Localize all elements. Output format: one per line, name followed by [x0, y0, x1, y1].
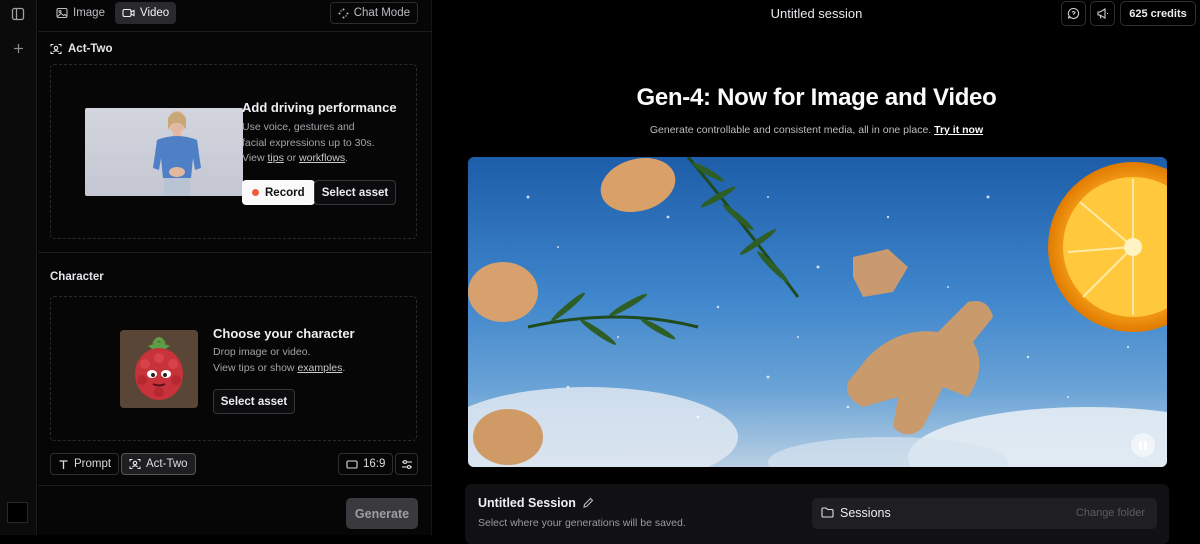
pencil-icon[interactable]: [582, 497, 594, 509]
record-button[interactable]: Record: [242, 180, 315, 205]
change-folder-button[interactable]: Change folder: [1076, 507, 1145, 519]
desc-text: .: [342, 361, 346, 374]
desc-text: View tips or show: [213, 361, 298, 374]
session-card: Untitled Session Select where your gener…: [465, 484, 1169, 544]
plus-icon[interactable]: [8, 38, 28, 58]
main-area: Untitled session 625 credits Gen-4: Now …: [433, 0, 1200, 544]
act-two-card-title: Add driving performance: [242, 100, 397, 115]
tab-image[interactable]: Image: [49, 2, 112, 24]
desc-line: facial expressions up to 30s.: [242, 136, 375, 149]
desc-links: View tips or show examples.: [213, 361, 345, 377]
tab-video[interactable]: Video: [115, 2, 177, 24]
prompt-button[interactable]: Prompt: [50, 453, 120, 475]
session-name: Untitled Session: [478, 496, 576, 510]
performance-thumbnail: [85, 108, 243, 196]
sparkle-icon: [338, 8, 349, 19]
section-title-text: Act-Two: [68, 43, 113, 55]
character-thumbnail: [120, 330, 198, 408]
avatar[interactable]: [7, 502, 28, 523]
video-camera-icon: [122, 7, 135, 19]
character-card-title: Choose your character: [213, 326, 355, 341]
act-two-section-title: Act-Two: [50, 43, 113, 55]
face-scan-icon: [129, 458, 141, 470]
control-panel: Image Video Chat Mode Act-Two Add drivin…: [38, 0, 432, 535]
section-divider: [38, 485, 432, 486]
session-card-subtitle: Select where your generations will be sa…: [478, 517, 686, 529]
character-dropzone[interactable]: Choose your character Drop image or vide…: [50, 296, 417, 441]
desc-text: View: [242, 152, 268, 164]
desc-links: View tips or workflows.: [242, 151, 375, 167]
examples-link[interactable]: examples: [297, 362, 342, 374]
tips-link[interactable]: tips: [268, 152, 284, 164]
sessions-label: Sessions: [840, 506, 891, 520]
chat-mode-label: Chat Mode: [353, 7, 410, 19]
character-section-title: Character: [50, 271, 104, 283]
megaphone-icon[interactable]: [1090, 1, 1115, 26]
promo-video[interactable]: [468, 157, 1167, 467]
pause-bar: [1144, 440, 1147, 450]
hero-sub-text: Generate controllable and consistent med…: [649, 124, 932, 136]
act-two-mode-button[interactable]: Act-Two: [121, 453, 196, 475]
character-select-asset-button[interactable]: Select asset: [213, 389, 295, 414]
hero-subtitle: Generate controllable and consistent med…: [433, 124, 1200, 136]
pause-button[interactable]: [1131, 433, 1155, 457]
desc-text: .: [345, 152, 349, 164]
workflows-link[interactable]: workflows: [299, 152, 345, 164]
chat-mode-button[interactable]: Chat Mode: [329, 2, 418, 24]
text-icon: [58, 459, 69, 470]
tab-label: Video: [140, 7, 170, 19]
try-it-now-link[interactable]: Try it now: [934, 124, 983, 136]
credits-badge[interactable]: 625 credits: [1120, 1, 1196, 26]
chat-bubble-icon[interactable]: [1061, 1, 1086, 26]
tab-label: Image: [73, 7, 105, 19]
image-icon: [56, 7, 68, 19]
sliders-icon[interactable]: [395, 453, 418, 475]
pause-bar: [1139, 440, 1142, 450]
select-asset-button[interactable]: Select asset: [314, 180, 396, 205]
hero-title: Gen-4: Now for Image and Video: [636, 84, 997, 111]
act-two-description: Use voice, gestures and facial expressio…: [242, 120, 375, 167]
panel-topbar: Image Video Chat Mode: [38, 0, 432, 32]
left-rail: [0, 0, 37, 535]
generate-button[interactable]: Generate: [346, 498, 418, 529]
record-dot-icon: [252, 189, 259, 196]
act-two-label: Act-Two: [146, 458, 188, 470]
character-description: Drop image or video. View tips or show e…: [213, 345, 345, 376]
desc-line: Use voice, gestures and: [242, 121, 355, 133]
folder-icon: [821, 507, 834, 518]
prompt-label: Prompt: [74, 458, 112, 470]
aspect-ratio-icon: [346, 459, 358, 469]
sessions-folder-picker[interactable]: Sessions Change folder: [812, 498, 1157, 529]
sidebar-toggle-icon[interactable]: [8, 4, 28, 24]
aspect-label: 16:9: [363, 458, 386, 470]
desc-text: or: [283, 152, 300, 164]
driving-performance-dropzone[interactable]: Add driving performance Use voice, gestu…: [50, 64, 417, 239]
section-divider: [38, 252, 432, 253]
face-scan-icon: [50, 43, 62, 55]
desc-line: Drop image or video.: [213, 346, 311, 358]
session-card-title: Untitled Session: [478, 496, 594, 510]
aspect-ratio-button[interactable]: 16:9: [338, 453, 394, 475]
record-label: Record: [265, 186, 305, 199]
